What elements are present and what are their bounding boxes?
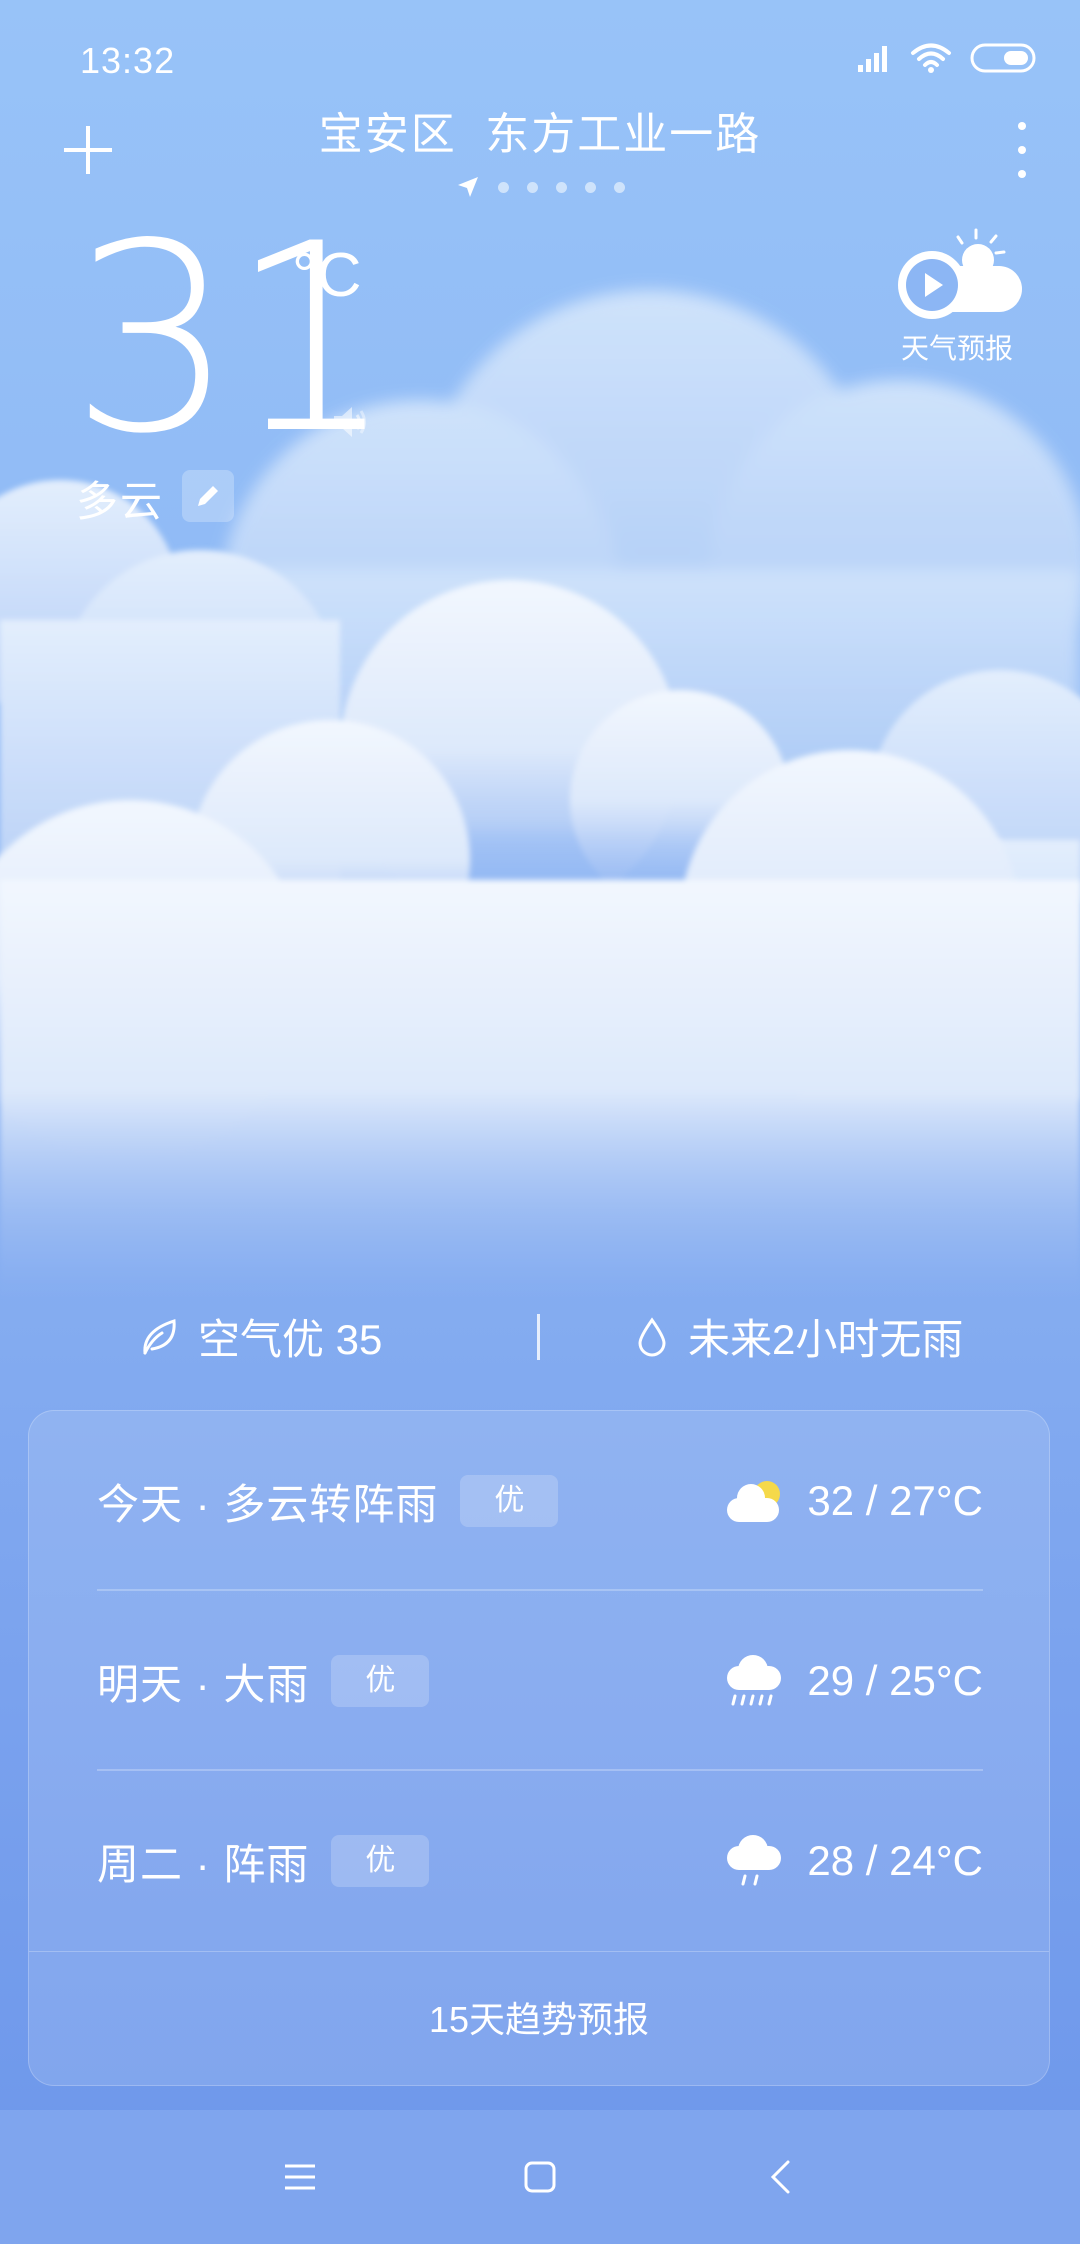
more-dot bbox=[1018, 146, 1026, 154]
forecast-day-label: 周二 · 阵雨 bbox=[97, 1840, 310, 1888]
page-dot bbox=[584, 181, 596, 193]
page-dot bbox=[497, 181, 509, 193]
heavy-rain-icon bbox=[727, 1655, 782, 1706]
rain-forecast-button[interactable]: 未来2小时无雨 bbox=[636, 1306, 963, 1367]
info-divider bbox=[537, 1314, 540, 1360]
forecast-temps: 29 / 25°C bbox=[807, 1657, 983, 1704]
more-dot bbox=[1018, 170, 1026, 178]
page-dot bbox=[613, 181, 625, 193]
forecast-day-label: 明天 · 大雨 bbox=[97, 1660, 310, 1708]
aqi-badge: 优 bbox=[460, 1475, 559, 1527]
home-square-icon bbox=[524, 2161, 556, 2193]
weather-forecast-video-button[interactable]: 天气预报 bbox=[892, 228, 1022, 367]
back-chevron-icon bbox=[770, 2160, 790, 2194]
wifi-icon bbox=[911, 43, 951, 73]
aqi-badge: 优 bbox=[331, 1835, 430, 1887]
back-nav-button[interactable] bbox=[750, 2147, 810, 2207]
aqi-badge: 优 bbox=[331, 1655, 430, 1707]
menu-icon bbox=[285, 2164, 315, 2190]
shower-icon bbox=[727, 1835, 782, 1886]
current-condition: 多云 bbox=[76, 478, 165, 525]
leaf-icon bbox=[143, 1318, 176, 1354]
pencil-icon bbox=[198, 486, 218, 506]
signal-icon bbox=[858, 46, 887, 72]
air-quality-button[interactable]: 空气优 35 bbox=[140, 1306, 382, 1367]
partly-cloudy-icon bbox=[727, 1481, 781, 1522]
status-time: 13:32 bbox=[80, 40, 176, 81]
more-options-button[interactable] bbox=[1000, 122, 1044, 178]
air-quality-text: 空气优 35 bbox=[198, 1316, 383, 1363]
speaker-icon[interactable] bbox=[330, 402, 370, 442]
raindrop-icon bbox=[638, 1316, 666, 1356]
more-dot bbox=[1018, 122, 1026, 130]
temperature-unit: °C bbox=[292, 241, 362, 310]
location-arrow-icon bbox=[457, 177, 478, 197]
page-dot bbox=[555, 181, 567, 193]
battery-icon bbox=[970, 43, 1036, 73]
play-sun-cloud-icon bbox=[898, 228, 1022, 319]
forecast-row-today[interactable]: 今天 · 多云转阵雨 优 32 / 27°C bbox=[97, 1411, 983, 1591]
daily-forecast-card: 今天 · 多云转阵雨 优 32 / 27°C 明天 · 大雨 优 29 / 25… bbox=[28, 1410, 1050, 2086]
info-row: 空气优 35 未来2小时无雨 bbox=[0, 1306, 1080, 1370]
forecast-temps: 32 / 27°C bbox=[807, 1477, 983, 1524]
page-dot bbox=[526, 181, 538, 193]
15-day-trend-link[interactable]: 15天趋势预报 bbox=[29, 1951, 1049, 2088]
forecast-day-label: 今天 · 多云转阵雨 bbox=[97, 1480, 439, 1528]
edit-button[interactable] bbox=[182, 470, 234, 522]
forecast-video-label: 天气预报 bbox=[900, 333, 1013, 364]
forecast-temps: 28 / 24°C bbox=[807, 1837, 983, 1884]
home-nav-button[interactable] bbox=[510, 2147, 570, 2207]
forecast-row-tuesday[interactable]: 周二 · 阵雨 优 28 / 24°C bbox=[97, 1771, 983, 1951]
location-title[interactable]: 宝安区 东方工业一路 bbox=[0, 98, 1080, 162]
rain-forecast-text: 未来2小时无雨 bbox=[688, 1316, 964, 1363]
menu-nav-button[interactable] bbox=[270, 2147, 330, 2207]
forecast-row-tomorrow[interactable]: 明天 · 大雨 优 29 / 25°C bbox=[97, 1591, 983, 1771]
status-icons bbox=[856, 42, 1038, 74]
navigation-bar bbox=[0, 2110, 1080, 2244]
